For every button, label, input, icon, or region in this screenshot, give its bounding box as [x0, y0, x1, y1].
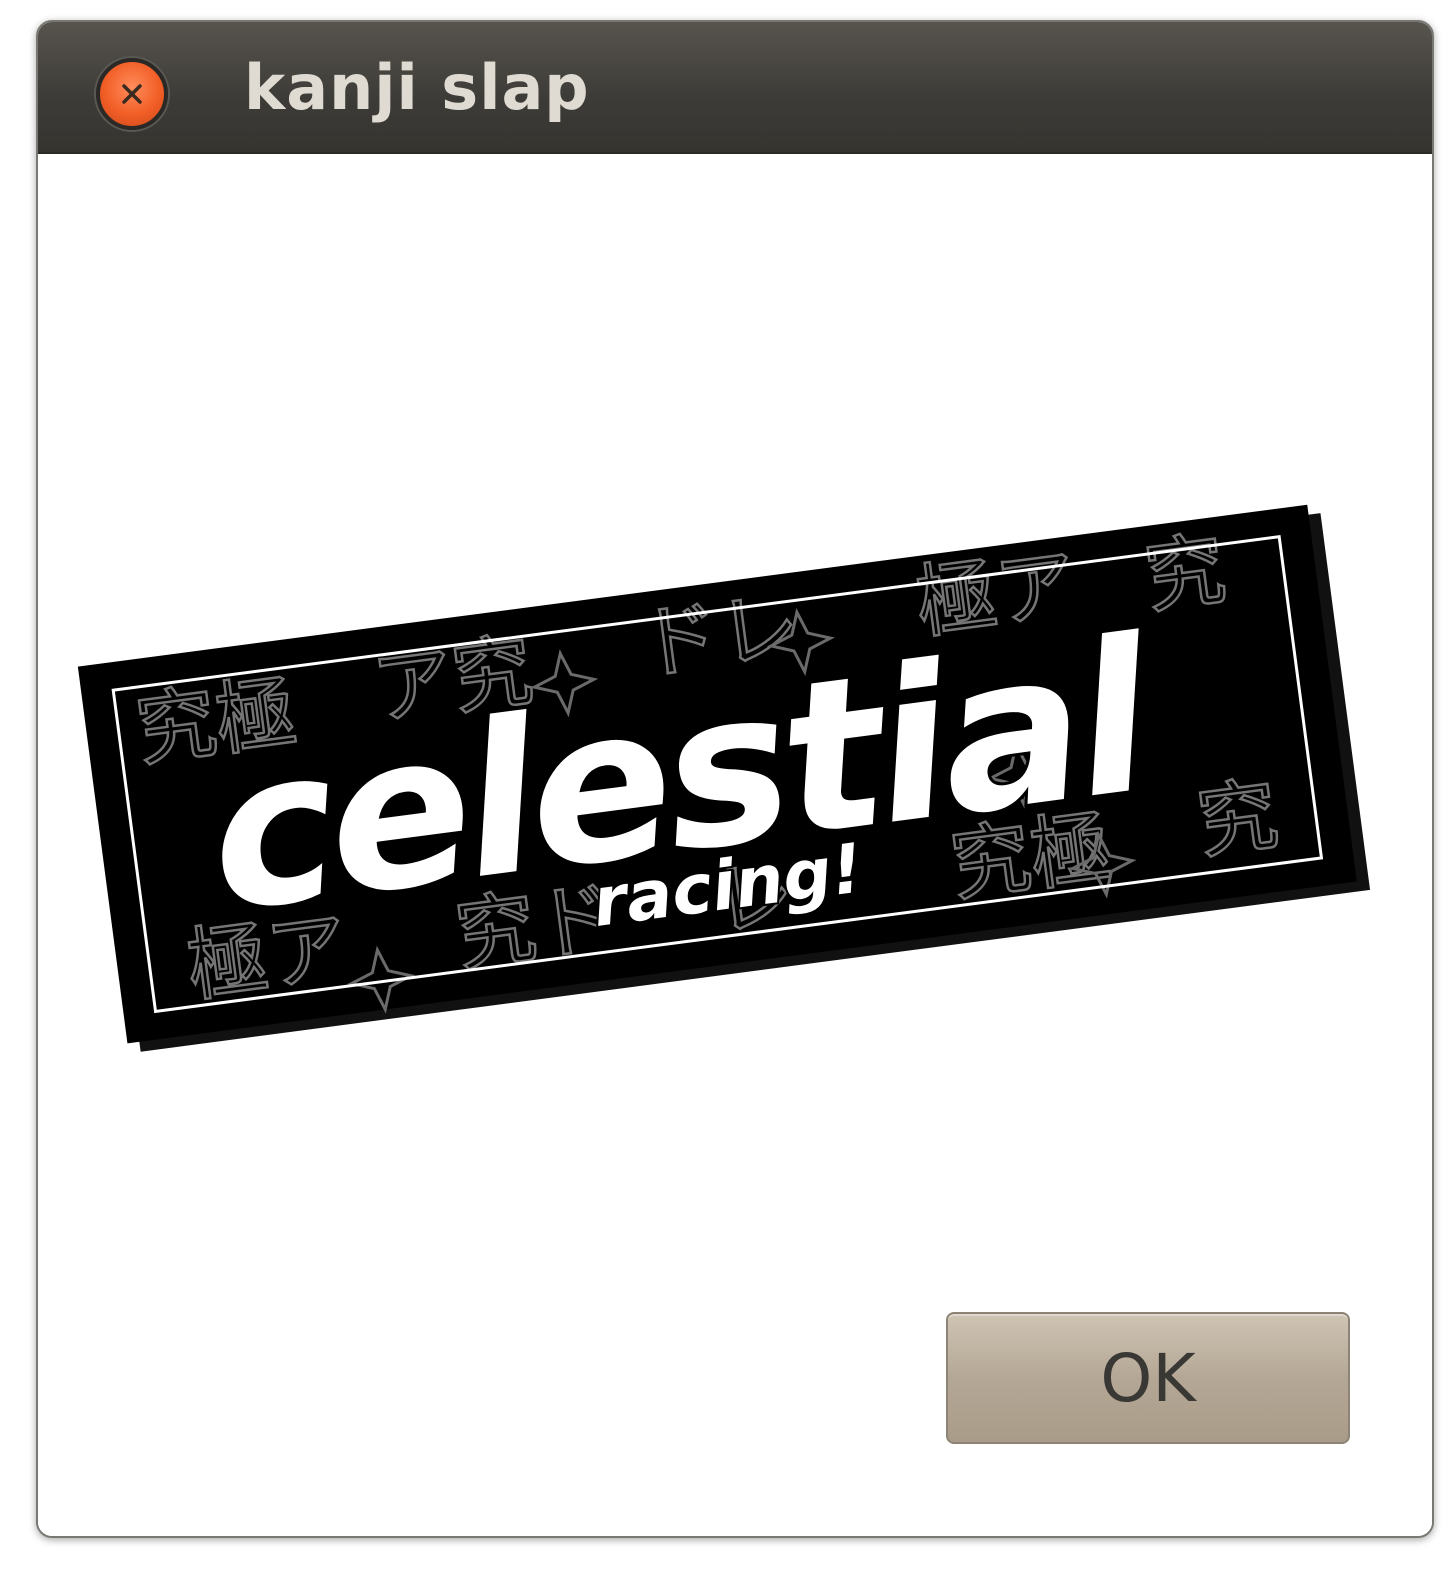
- close-icon: [122, 84, 142, 104]
- svg-text:究: 究: [1192, 768, 1283, 871]
- sticker-image: 究極 ア究 ドレ 極ア 究 極ア 究ド レ 究極 究 celestial rac…: [77, 504, 1371, 1052]
- dialog-content: 究極 ア究 ドレ 極ア 究 極ア 究ド レ 究極 究 celestial rac…: [38, 154, 1432, 1536]
- dialog-window: kanji slap 究極 ア究 ドレ 極ア 究 極ア 究ド レ 究極 究 ce…: [36, 20, 1434, 1538]
- close-button[interactable]: [96, 58, 168, 130]
- title-bar[interactable]: kanji slap: [38, 22, 1432, 154]
- window-title: kanji slap: [244, 51, 590, 124]
- ok-button[interactable]: OK: [946, 1312, 1350, 1444]
- svg-text:究: 究: [1139, 522, 1230, 625]
